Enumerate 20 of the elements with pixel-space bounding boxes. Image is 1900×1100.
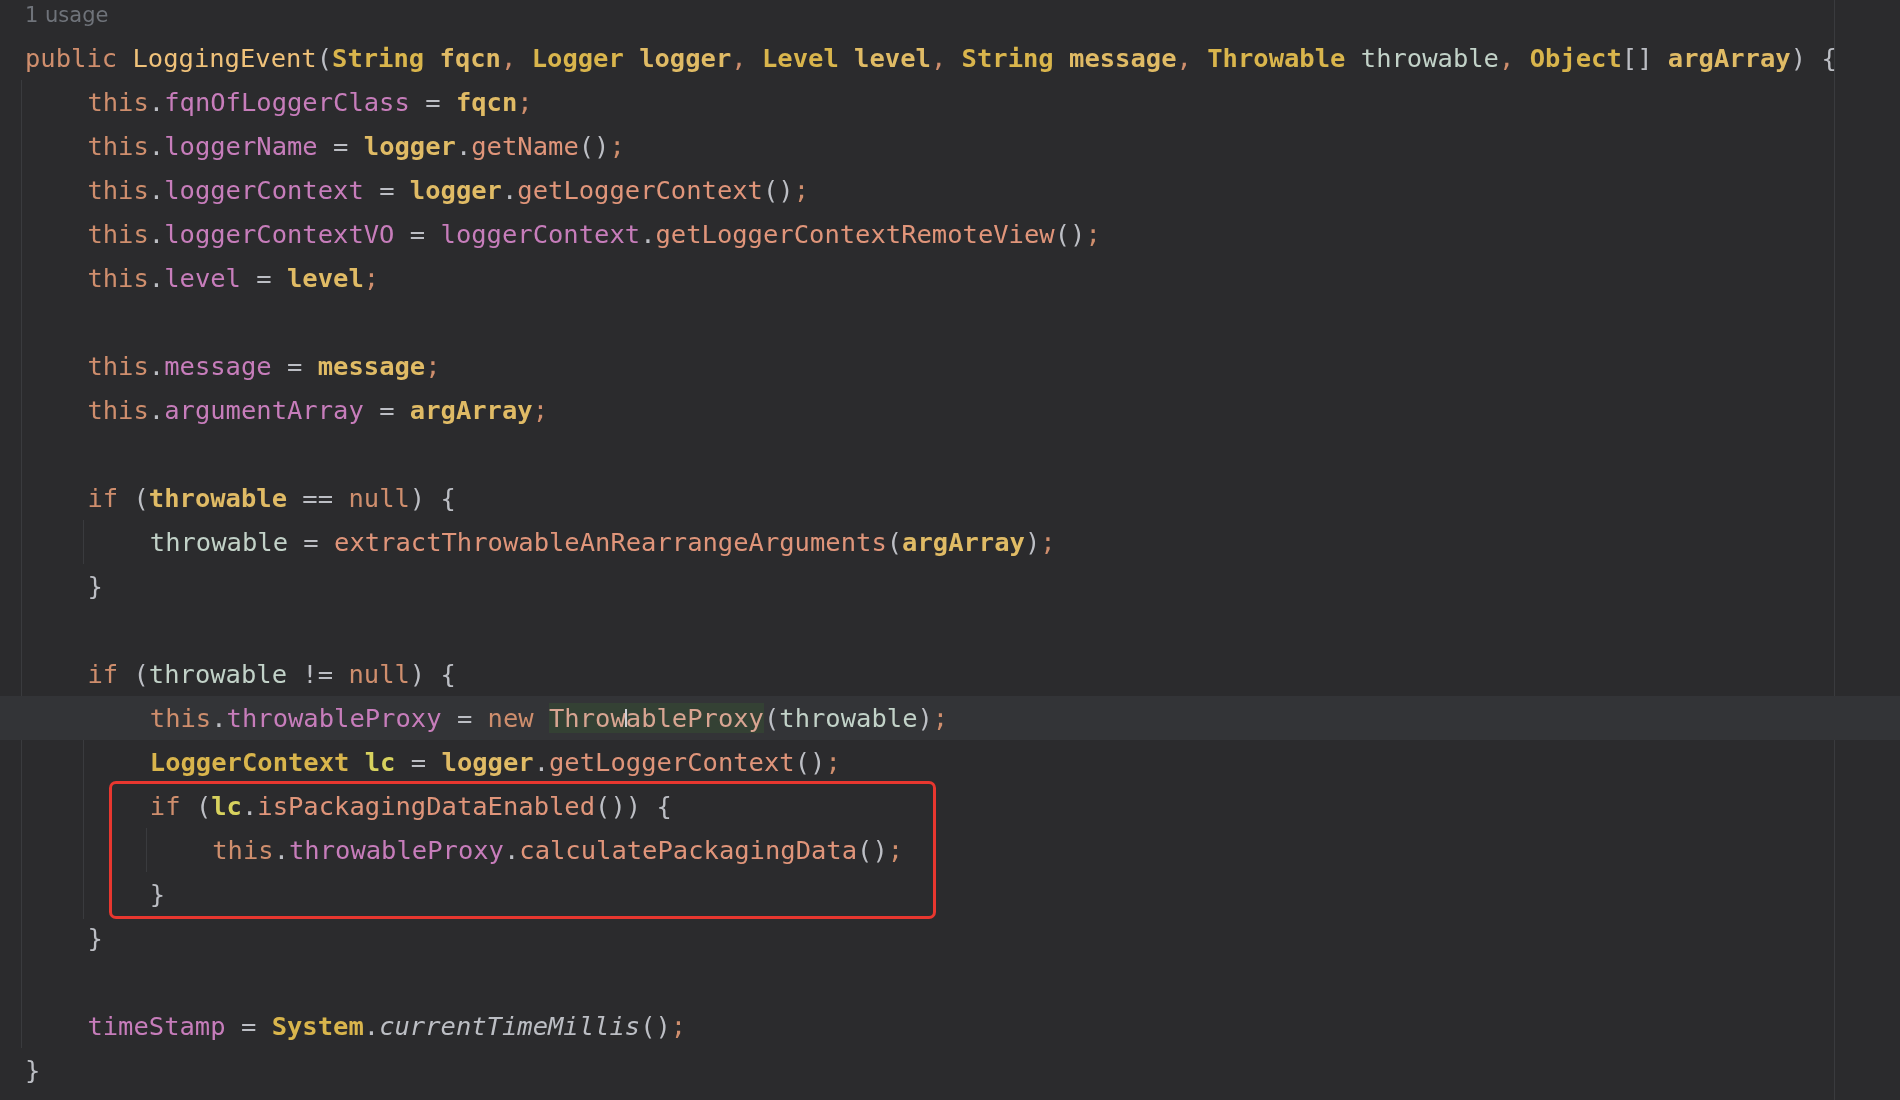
code-line: }	[87, 922, 103, 955]
code-line: this.argumentArray = argArray;	[87, 394, 549, 427]
code-line: public LoggingEvent(String fqcn, Logger logger, Level level, String message, Throwable throwable, Object[] argArray) {	[25, 42, 1837, 75]
code-line: }	[149, 878, 166, 911]
code-line: if (throwable == null) {	[87, 482, 456, 515]
code-line: this.throwableProxy.calculatePackagingData();	[212, 834, 904, 867]
code-line: }	[25, 1054, 41, 1087]
code-line: }	[87, 570, 103, 603]
code-line: throwable = extractThrowableAnRearrangeArguments(argArray);	[149, 526, 1056, 559]
usage-hint[interactable]: 1 usage	[25, 0, 109, 36]
code-line: this.message = message;	[87, 350, 441, 383]
code-line: this.loggerName = logger.getName();	[87, 130, 625, 163]
code-line: this.level = level;	[87, 262, 380, 295]
code-line: timeStamp = System.currentTimeMillis();	[87, 1010, 687, 1043]
code-line: this.fqnOfLoggerClass = fqcn;	[87, 86, 533, 119]
code-line: if (lc.isPackagingDataEnabled()) {	[149, 790, 672, 823]
code-line: if (throwable != null) {	[87, 658, 456, 691]
code-line: LoggerContext lc = logger.getLoggerContext();	[149, 746, 841, 779]
code-line: this.loggerContext = logger.getLoggerContext();	[87, 174, 810, 207]
code-line: this.loggerContextVO = loggerContext.getLoggerContextRemoteView();	[87, 218, 1101, 251]
